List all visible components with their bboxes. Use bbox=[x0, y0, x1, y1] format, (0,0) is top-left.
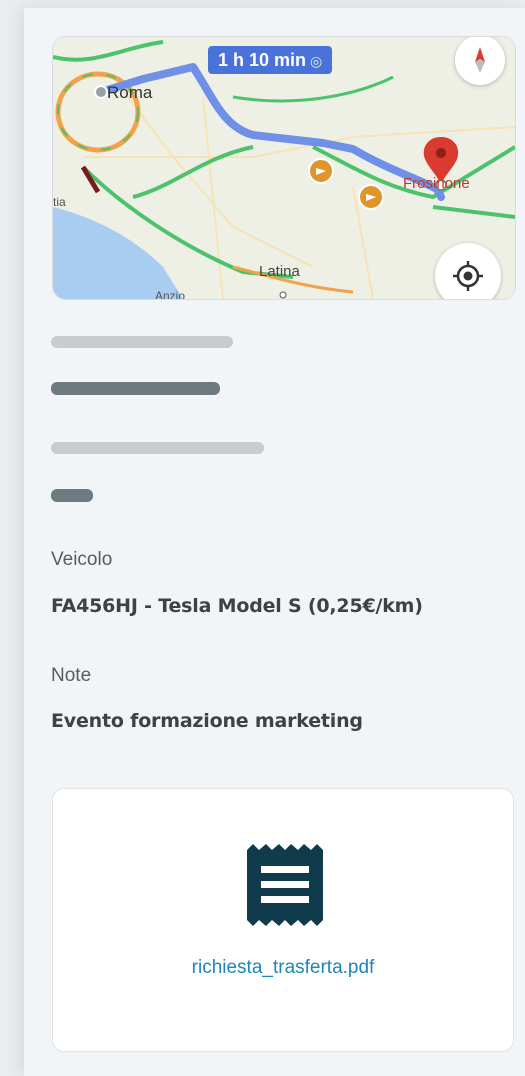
map-label-anzio: Anzio bbox=[155, 289, 186, 300]
map-label-frosinone: Frosinone bbox=[403, 175, 470, 192]
map-label-tia: tia bbox=[53, 195, 66, 209]
eta-text: 1 h 10 min bbox=[218, 50, 307, 70]
map-label-roma: Roma bbox=[107, 83, 153, 102]
skeleton-line-1 bbox=[51, 336, 233, 348]
route-map[interactable]: 1 h 10 min ◎ Roma Frosinone Latina tia An… bbox=[52, 36, 516, 300]
skeleton-line-2 bbox=[51, 382, 220, 395]
my-location-button[interactable] bbox=[435, 243, 501, 299]
compass-button[interactable] bbox=[455, 37, 505, 85]
eta-badge: 1 h 10 min ◎ bbox=[208, 46, 333, 74]
alternate-route-icon: ◎ bbox=[310, 53, 323, 69]
trip-detail-panel: 1 h 10 min ◎ Roma Frosinone Latina tia An… bbox=[24, 8, 525, 1076]
vehicle-value: FA456HJ - Tesla Model S (0,25€/km) bbox=[51, 595, 423, 617]
skeleton-line-4 bbox=[51, 489, 93, 502]
notes-value: Evento formazione marketing bbox=[51, 710, 363, 732]
map-label-latina: Latina bbox=[259, 263, 300, 280]
notes-label: Note bbox=[51, 665, 92, 686]
vehicle-label: Veicolo bbox=[51, 549, 113, 570]
attachment-filename-link[interactable]: richiesta_trasferta.pdf bbox=[53, 957, 513, 979]
attachment-card[interactable]: richiesta_trasferta.pdf bbox=[52, 788, 514, 1052]
receipt-icon bbox=[247, 844, 323, 926]
compass-icon bbox=[475, 47, 485, 73]
crosshair-icon bbox=[453, 261, 483, 291]
skeleton-line-3 bbox=[51, 442, 264, 454]
